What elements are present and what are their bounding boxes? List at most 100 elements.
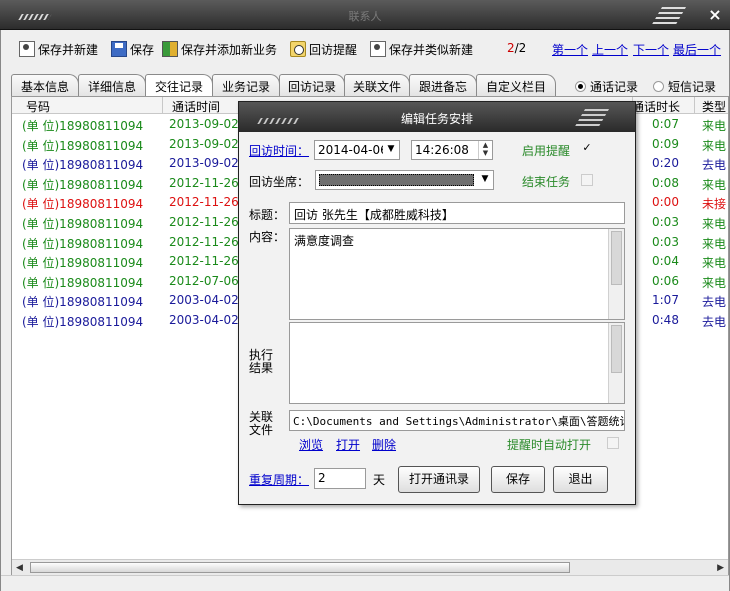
time-spinner[interactable]: 14:26:08 ▲ ▼ <box>411 140 493 160</box>
save-new-label: 保存并新建 <box>38 42 99 57</box>
radio-sms-records[interactable]: 短信记录 <box>653 78 716 95</box>
browse-link[interactable]: 浏览 <box>299 436 323 453</box>
header-number[interactable]: 号码 <box>26 98 50 115</box>
tab-business-records[interactable]: 业务记录 <box>212 74 280 96</box>
prev-record-link[interactable]: 上一个 <box>592 41 628 58</box>
row-date: 2003-04-02 <box>169 293 239 308</box>
dialog-title-bar: 编辑任务安排 <box>239 102 635 132</box>
scroll-left-icon[interactable]: ◀ <box>16 563 23 573</box>
first-record-link[interactable]: 第一个 <box>552 41 588 58</box>
file-path-input[interactable]: C:\Documents and Settings\Administrator\… <box>289 410 625 431</box>
window-title: 联系人 <box>348 10 382 23</box>
subject-label: 标题： <box>249 208 286 222</box>
row-type: 来电 <box>702 275 727 290</box>
callback-remind-label: 回访提醒 <box>309 42 358 57</box>
save-button[interactable]: 保存 <box>111 40 154 58</box>
row-number: (单 位)18980811094 <box>22 138 144 153</box>
repeat-cycle-link[interactable]: 重复周期： <box>249 471 309 488</box>
row-duration: 0:20 <box>652 156 679 171</box>
close-button[interactable]: × <box>706 6 724 24</box>
spin-arrows-icon[interactable]: ▲ ▼ <box>478 141 492 159</box>
file-label-line2: 文件 <box>249 423 274 437</box>
content-scrollbar[interactable] <box>608 229 624 319</box>
row-duration: 0:07 <box>652 117 679 131</box>
header-type[interactable]: 类型 <box>702 98 726 115</box>
header-separator <box>162 97 163 114</box>
scroll-thumb[interactable] <box>611 231 622 285</box>
dialog-exit-button[interactable]: 退出 <box>553 466 608 493</box>
edit-task-dialog: 编辑任务安排 回访时间： 2014-04-06 ▼ 14:26:08 ▲ ▼ 启用… <box>238 101 636 505</box>
save-similar-button[interactable]: 保存并类似新建 <box>370 40 473 58</box>
delete-link[interactable]: 删除 <box>372 436 396 453</box>
row-number: (单 位)18980811094 <box>22 295 144 310</box>
row-number: (单 位)18980811094 <box>22 119 144 133</box>
save-new-button[interactable]: 保存并新建 <box>19 40 98 58</box>
radio-call-records[interactable]: 通话记录 <box>575 78 638 95</box>
row-date: 2012-07-06 <box>169 273 239 288</box>
row-date: 2003-04-02 <box>169 313 239 327</box>
row-duration: 0:08 <box>652 175 679 190</box>
row-type: 来电 <box>702 138 727 153</box>
end-task-checkbox[interactable] <box>581 174 593 186</box>
tab-detail-info[interactable]: 详细信息 <box>78 74 146 96</box>
header-duration[interactable]: 通话时长 <box>632 98 680 115</box>
seat-label: 回访坐席： <box>249 175 310 189</box>
row-duration: 0:03 <box>652 215 679 229</box>
radio-sms-icon <box>653 81 664 92</box>
add-business-icon <box>162 41 178 57</box>
last-record-link[interactable]: 最后一个 <box>673 41 721 58</box>
result-textarea[interactable] <box>289 322 625 404</box>
callback-time-link[interactable]: 回访时间： <box>249 142 309 159</box>
tab-related-files[interactable]: 关联文件 <box>344 74 410 96</box>
row-type: 去电 <box>702 158 727 173</box>
save-label: 保存 <box>130 42 155 57</box>
open-contacts-button[interactable]: 打开通讯录 <box>398 466 480 493</box>
scroll-right-icon[interactable]: ▶ <box>717 563 724 573</box>
save-add-business-button[interactable]: 保存并添加新业务 <box>162 40 277 58</box>
auto-open-checkbox[interactable] <box>607 437 619 449</box>
horizontal-scrollbar[interactable]: ◀ ▶ <box>12 559 728 575</box>
row-type: 去电 <box>702 295 727 310</box>
row-type: 来电 <box>702 236 727 251</box>
header-time[interactable]: 通话时间 <box>172 98 220 115</box>
row-number: (单 位)18980811094 <box>22 177 144 192</box>
date-value: 2014-04-06 <box>318 143 388 157</box>
result-scrollbar[interactable] <box>608 323 624 403</box>
page-indicator: 2/2 <box>507 41 526 55</box>
content-textarea[interactable]: 满意度调查 <box>289 228 625 320</box>
dialog-save-button[interactable]: 保存 <box>491 466 545 493</box>
tab-basic-info[interactable]: 基本信息 <box>11 74 79 96</box>
result-label-line2: 结果 <box>249 361 274 375</box>
scroll-thumb[interactable] <box>611 325 622 373</box>
row-number: (单 位)18980811094 <box>22 256 144 271</box>
row-date: 2012-11-26 <box>169 195 239 210</box>
row-type: 来电 <box>702 119 727 133</box>
open-link[interactable]: 打开 <box>336 436 360 453</box>
row-type: 来电 <box>702 217 727 231</box>
repeat-value-input[interactable]: 2 <box>314 468 366 489</box>
row-number: (单 位)18980811094 <box>22 158 144 173</box>
seat-select[interactable]: ▼ <box>315 170 494 190</box>
scroll-thumb[interactable] <box>30 562 570 573</box>
date-picker[interactable]: 2014-04-06 ▼ <box>314 140 400 160</box>
tab-follow-up-memo[interactable]: 跟进备忘 <box>409 74 477 96</box>
next-record-link[interactable]: 下一个 <box>633 41 669 58</box>
header-separator <box>694 97 695 114</box>
subject-input[interactable]: 回访 张先生【成都胜威科技】 <box>289 202 625 224</box>
row-type: 来电 <box>702 177 727 192</box>
status-bar <box>1 575 729 591</box>
row-date: 2012-11-26 <box>169 215 239 229</box>
end-task-label: 结束任务 <box>522 175 571 189</box>
content-label: 内容： <box>249 230 286 244</box>
tab-contact-records[interactable]: 交往记录 <box>145 74 213 98</box>
seat-selected-value <box>319 174 474 186</box>
callback-remind-button[interactable]: 回访提醒 <box>290 40 357 58</box>
clock-icon <box>290 41 306 57</box>
page-total: /2 <box>514 41 527 55</box>
tab-callback-records[interactable]: 回访记录 <box>279 74 345 96</box>
row-number: (单 位)18980811094 <box>22 217 144 231</box>
auto-open-label: 提醒时自动打开 <box>507 438 592 452</box>
tab-custom-fields[interactable]: 自定义栏目 <box>476 74 556 96</box>
radio-call-icon <box>575 81 586 92</box>
enable-remind-checkbox[interactable]: ✓ <box>581 142 593 155</box>
